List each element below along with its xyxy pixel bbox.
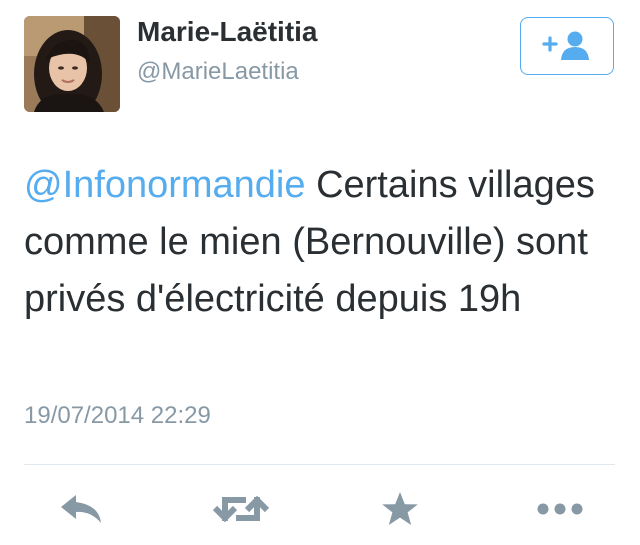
tweet-timestamp[interactable]: 19/07/2014 22:29 (24, 402, 211, 430)
tweet-text: @Infonormandie Certains villages comme l… (24, 157, 614, 328)
more-dots-icon (537, 503, 583, 515)
avatar[interactable] (24, 16, 120, 112)
author-display-name[interactable]: Marie-Laëtitia (137, 16, 318, 48)
follow-button[interactable] (520, 17, 614, 75)
favorite-button[interactable] (374, 484, 426, 534)
retweet-button[interactable] (210, 484, 272, 534)
divider (24, 464, 615, 465)
star-icon (382, 492, 418, 525)
reply-icon (61, 495, 101, 523)
mention-link[interactable]: @Infonormandie (24, 164, 306, 206)
reply-button[interactable] (52, 484, 110, 534)
author-handle[interactable]: @MarieLaetitia (137, 58, 299, 86)
add-user-icon (542, 31, 589, 60)
more-button[interactable] (530, 484, 590, 534)
retweet-icon (212, 495, 270, 523)
profile-photo-icon (24, 16, 120, 112)
